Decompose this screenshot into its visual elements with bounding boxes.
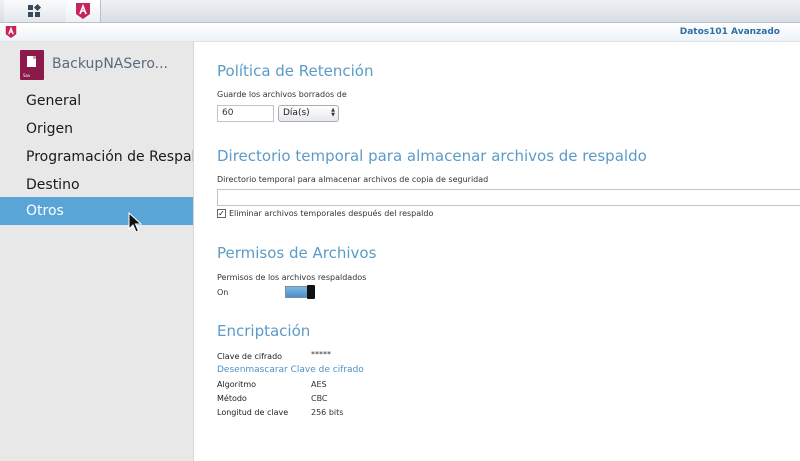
permissions-toggle[interactable]	[285, 285, 315, 299]
sidebar-item-origen[interactable]: Origen	[0, 115, 193, 143]
delete-temp-label[interactable]: Eliminar archivos temporales después del…	[229, 209, 433, 218]
retention-unit-value: Día(s)	[283, 108, 310, 118]
main-menu-button[interactable]	[4, 0, 67, 22]
window-header: Datos101 Avanzado	[0, 23, 800, 42]
retention-heading: Política de Retención	[217, 62, 374, 80]
sidebar-item-programacion[interactable]: Programación de Respaldo	[0, 143, 193, 171]
permissions-state: On	[217, 288, 229, 297]
task-header: Sav BackupNASero...	[20, 50, 193, 80]
grid-icon	[28, 3, 42, 18]
keylen-value: 256 bits	[311, 408, 344, 417]
sidebar-item-otros[interactable]: Otros	[0, 197, 193, 225]
method-label: Método	[217, 394, 247, 403]
task-title: BackupNASero...	[52, 56, 168, 72]
tempdir-input[interactable]	[217, 189, 800, 206]
retention-unit-select[interactable]: Día(s) ▲ ▼	[278, 105, 339, 122]
backup-app-logo-icon	[5, 26, 17, 38]
permissions-label: Permisos de los archivos respaldados	[217, 273, 367, 282]
encryption-key-label: Clave de cifrado	[217, 352, 283, 361]
delete-temp-checkbox[interactable]: ✓	[217, 209, 226, 218]
permissions-heading: Permisos de Archivos	[217, 244, 377, 262]
sidebar: Sav BackupNASero... General Origen Progr…	[0, 42, 194, 461]
sidebar-item-destino[interactable]: Destino	[0, 171, 193, 199]
user-name[interactable]: Datos101 Avanzado	[680, 27, 780, 37]
method-value: CBC	[311, 394, 328, 403]
file-ext-label: Sav	[23, 73, 31, 78]
algorithm-label: Algoritmo	[217, 380, 257, 389]
sidebar-item-general[interactable]: General	[0, 87, 193, 115]
encryption-key-value: *****	[311, 350, 331, 359]
tempdir-label: Directorio temporal para almacenar archi…	[217, 175, 489, 184]
toggle-knob	[307, 285, 315, 299]
algorithm-value: AES	[311, 380, 327, 389]
file-icon: Sav	[20, 50, 44, 80]
settings-panel: Política de Retención Guarde los archivo…	[194, 42, 800, 461]
retention-value-input[interactable]: 60	[217, 105, 274, 122]
encryption-heading: Encriptación	[217, 322, 311, 340]
taskbar	[0, 0, 800, 23]
select-arrows-icon: ▲ ▼	[331, 107, 335, 118]
unmask-key-link[interactable]: Desenmascarar Clave de cifrado	[217, 365, 364, 375]
retention-label: Guarde los archivos borrados de	[217, 90, 347, 99]
tempdir-heading: Directorio temporal para almacenar archi…	[217, 147, 647, 165]
keylen-label: Longitud de clave	[217, 408, 289, 417]
backup-app-icon	[76, 3, 90, 19]
backup-app-taskbar-button[interactable]	[66, 0, 101, 22]
mouse-cursor-icon	[128, 212, 142, 233]
